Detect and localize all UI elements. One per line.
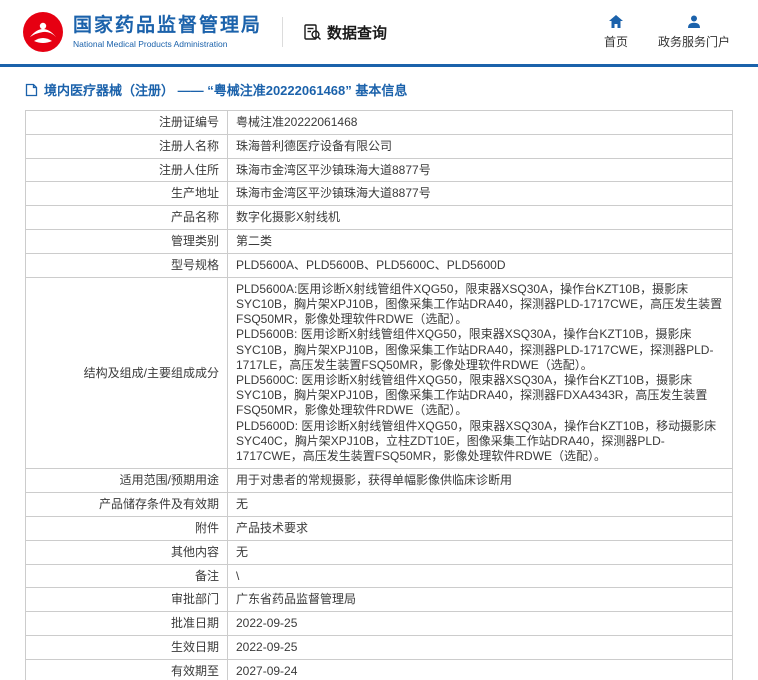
header-right-nav: 首页 政务服务门户 bbox=[604, 14, 736, 50]
row-value: 无 bbox=[227, 539, 733, 565]
document-search-icon bbox=[303, 23, 322, 42]
breadcrumb: 境内医疗器械（注册） —— “粤械注准20222061468” 基本信息 bbox=[25, 80, 733, 99]
row-label: 注册证编号 bbox=[25, 110, 228, 135]
row-value: 2027-09-24 bbox=[227, 658, 733, 680]
table-row-structure: 结构及组成/主要组成成分 PLD5600A:医用诊断X射线管组件XQG50，限束… bbox=[25, 276, 733, 470]
row-label: 产品储存条件及有效期 bbox=[25, 492, 228, 517]
table-row: 产品储存条件及有效期 无 bbox=[25, 492, 733, 517]
row-value: 数字化摄影X射线机 bbox=[227, 205, 733, 230]
row-value: 产品技术要求 bbox=[227, 515, 733, 541]
site-subtitle: National Medical Products Administration bbox=[73, 38, 228, 49]
table-row: 批准日期 2022-09-25 bbox=[25, 611, 733, 636]
row-label: 审批部门 bbox=[25, 587, 228, 613]
row-value: 珠海市金湾区平沙镇珠海大道8877号 bbox=[227, 157, 733, 183]
table-row: 型号规格 PLD5600A、PLD5600B、PLD5600C、PLD5600D bbox=[25, 252, 733, 278]
row-value: 珠海市金湾区平沙镇珠海大道8877号 bbox=[227, 181, 733, 207]
data-query-label: 数据查询 bbox=[327, 24, 388, 42]
row-value: 第二类 bbox=[227, 228, 733, 254]
table-row: 其他内容 无 bbox=[25, 539, 733, 565]
row-label: 注册人住所 bbox=[25, 157, 228, 183]
page-doc-icon bbox=[25, 83, 38, 97]
table-row: 注册证编号 粤械注准20222061468 bbox=[25, 110, 733, 135]
table-row: 备注 \ bbox=[25, 563, 733, 589]
row-label: 注册人名称 bbox=[25, 133, 228, 159]
table-row: 附件 产品技术要求 bbox=[25, 515, 733, 541]
nav-portal[interactable]: 政务服务门户 bbox=[658, 14, 730, 50]
row-label: 附件 bbox=[25, 515, 228, 541]
header-divider bbox=[282, 17, 284, 47]
row-value: 广东省药品监督管理局 bbox=[227, 587, 733, 613]
registration-info-table: 注册证编号 粤械注准20222061468 注册人名称 珠海普利德医疗设备有限公… bbox=[25, 110, 733, 680]
header-accent-line bbox=[0, 64, 758, 67]
nav-portal-label: 政务服务门户 bbox=[657, 35, 730, 49]
row-value: 粤械注准20222061468 bbox=[227, 110, 733, 135]
nav-home-label: 首页 bbox=[603, 35, 628, 49]
row-label: 型号规格 bbox=[25, 252, 228, 278]
user-icon bbox=[686, 14, 702, 30]
table-row: 管理类别 第二类 bbox=[25, 228, 733, 254]
site-header: 国家药品监督管理局 National Medical Products Admi… bbox=[0, 0, 758, 64]
row-label: 批准日期 bbox=[25, 611, 228, 636]
row-label: 生产地址 bbox=[25, 181, 228, 207]
row-value: 用于对患者的常规摄影，获得单幅影像供临床诊断用 bbox=[227, 468, 733, 494]
row-label: 生效日期 bbox=[25, 634, 228, 660]
row-label: 产品名称 bbox=[25, 205, 228, 230]
site-title: 国家药品监督管理局 bbox=[73, 15, 263, 37]
nmpa-emblem-icon bbox=[22, 11, 64, 53]
row-value: 无 bbox=[227, 492, 733, 517]
table-row: 适用范围/预期用途 用于对患者的常规摄影，获得单幅影像供临床诊断用 bbox=[25, 468, 733, 494]
row-value: 2022-09-25 bbox=[227, 634, 733, 660]
row-label: 结构及组成/主要组成成分 bbox=[25, 276, 228, 470]
row-value: \ bbox=[227, 563, 733, 589]
row-label: 其他内容 bbox=[25, 539, 228, 565]
table-row: 注册人名称 珠海普利德医疗设备有限公司 bbox=[25, 133, 733, 159]
table-row: 产品名称 数字化摄影X射线机 bbox=[25, 205, 733, 230]
row-label: 管理类别 bbox=[25, 228, 228, 254]
table-row: 有效期至 2027-09-24 bbox=[25, 658, 733, 680]
brand-text: 国家药品监督管理局 National Medical Products Admi… bbox=[73, 15, 262, 49]
breadcrumb-text: 境内医疗器械（注册） —— “粤械注准20222061468” 基本信息 bbox=[44, 83, 408, 98]
row-value: 2022-09-25 bbox=[227, 611, 733, 636]
row-value: 珠海普利德医疗设备有限公司 bbox=[227, 133, 733, 159]
table-row: 生产地址 珠海市金湾区平沙镇珠海大道8877号 bbox=[25, 181, 733, 207]
row-value: PLD5600A、PLD5600B、PLD5600C、PLD5600D bbox=[227, 252, 733, 278]
table-row: 注册人住所 珠海市金湾区平沙镇珠海大道8877号 bbox=[25, 157, 733, 183]
home-icon bbox=[608, 14, 624, 30]
row-value-structure: PLD5600A:医用诊断X射线管组件XQG50，限束器XSQ30A，操作台KZ… bbox=[227, 276, 733, 470]
data-query-nav[interactable]: 数据查询 bbox=[303, 22, 387, 43]
row-label: 有效期至 bbox=[25, 658, 228, 680]
site-logo-link[interactable]: 国家药品监督管理局 National Medical Products Admi… bbox=[22, 11, 262, 53]
table-row: 审批部门 广东省药品监督管理局 bbox=[25, 587, 733, 613]
row-label: 适用范围/预期用途 bbox=[25, 468, 228, 494]
table-row: 生效日期 2022-09-25 bbox=[25, 634, 733, 660]
row-label: 备注 bbox=[25, 563, 228, 589]
nav-home[interactable]: 首页 bbox=[604, 14, 628, 50]
